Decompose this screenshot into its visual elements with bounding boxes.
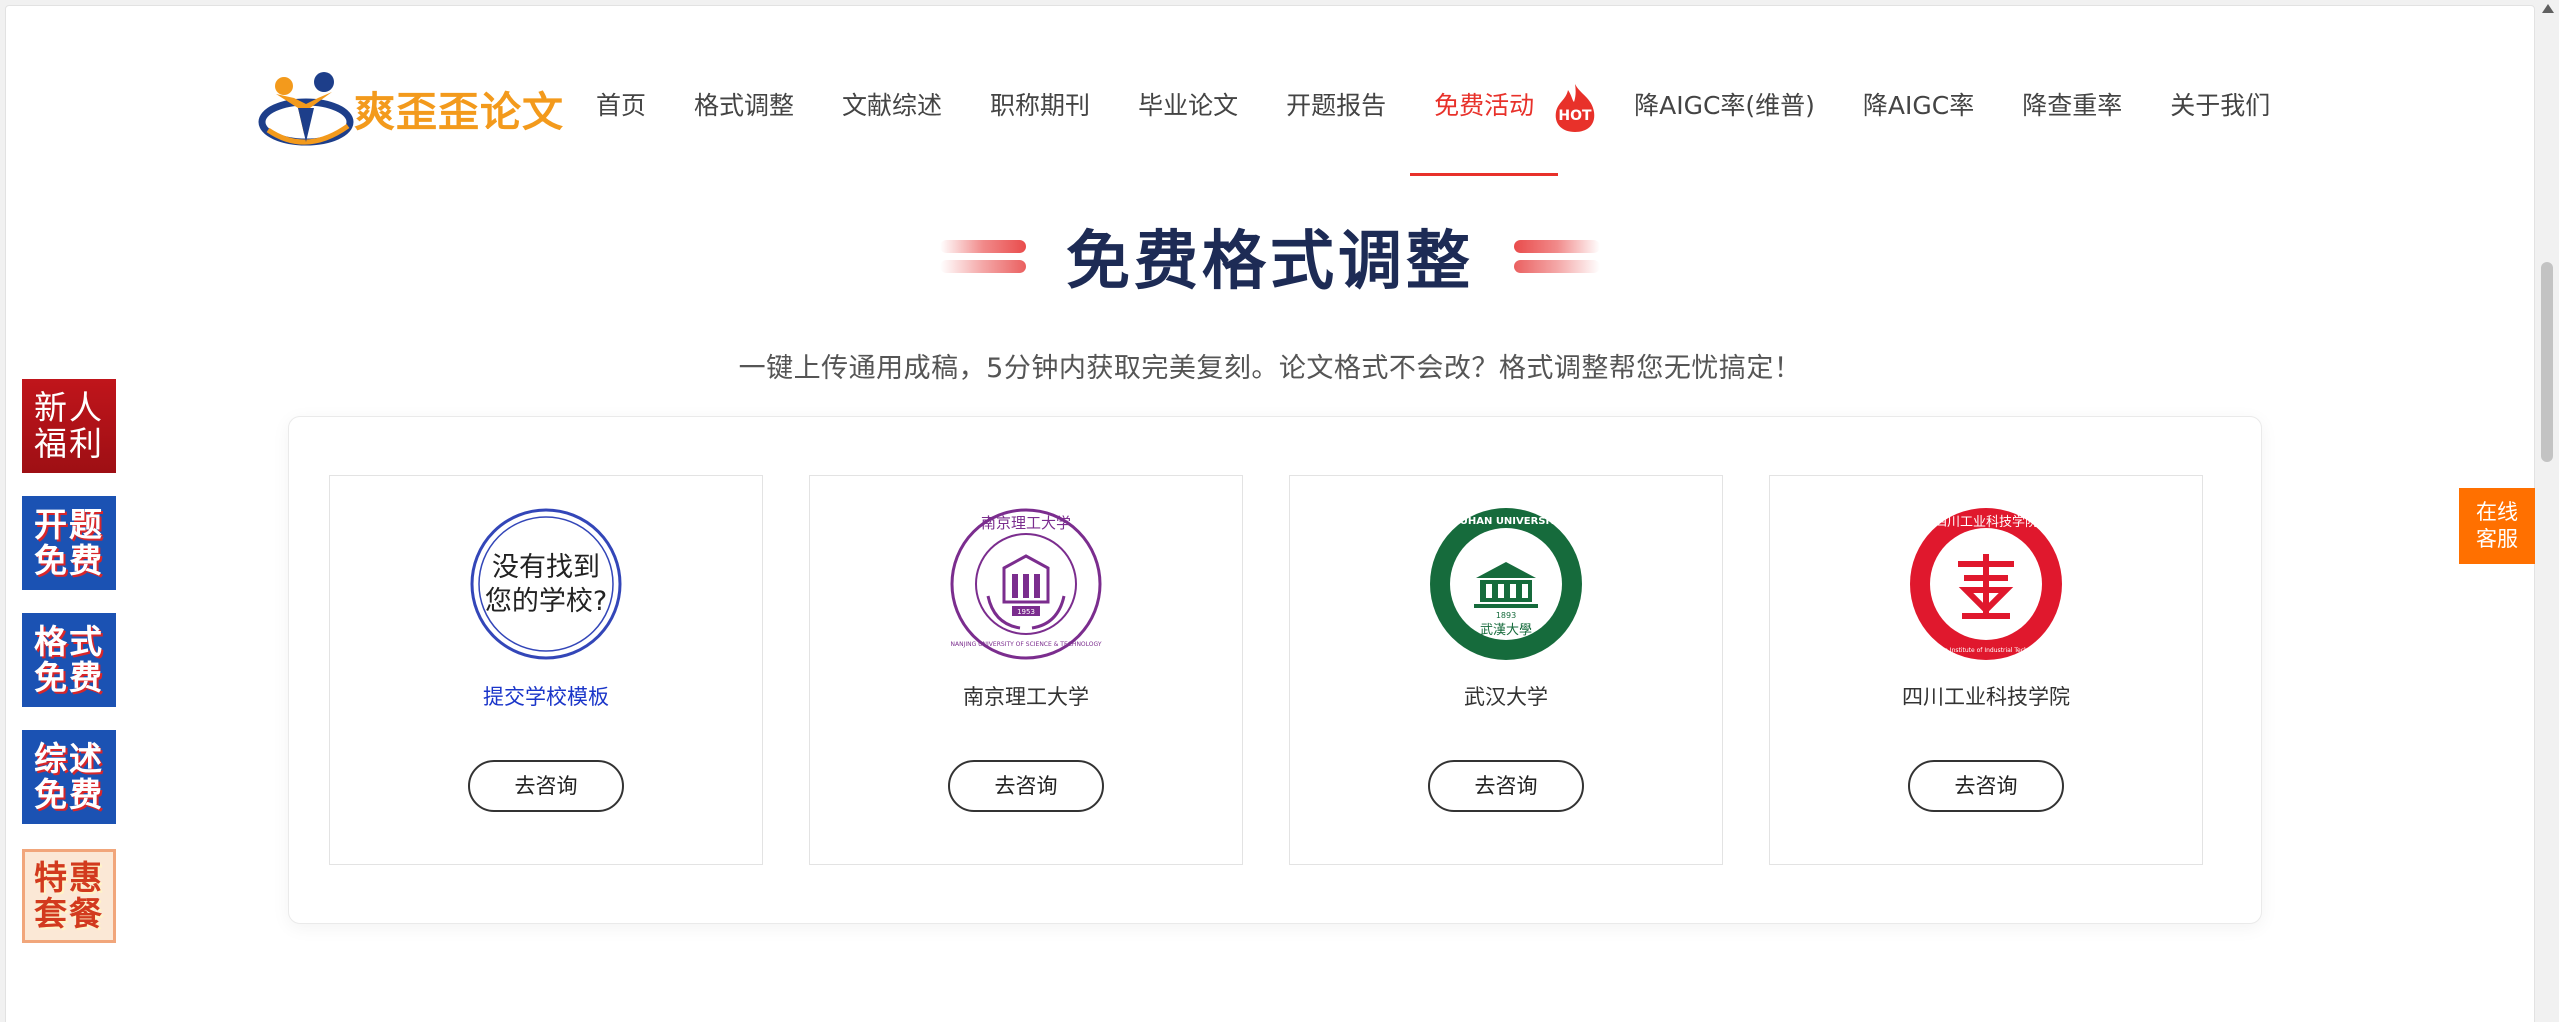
side-badge-free-format[interactable]: 格式 免费 bbox=[22, 613, 116, 707]
service-line2: 客服 bbox=[2476, 527, 2518, 551]
side-badge-special-package[interactable]: 特惠 套餐 bbox=[22, 849, 116, 943]
logo-mark-icon bbox=[258, 72, 354, 146]
side-badge-free-review[interactable]: 综述 免费 bbox=[22, 730, 116, 824]
school-card-whu: 1893 武漢大學 WUHAN UNIVERSITY 武汉大学 去咨询 bbox=[1289, 475, 1723, 865]
section-header: 免费格式调整 bbox=[6, 216, 2534, 299]
side-badge-line2: 免费 bbox=[34, 541, 104, 580]
side-badge-line2: 福利 bbox=[34, 424, 104, 463]
consult-button[interactable]: 去咨询 bbox=[948, 760, 1104, 812]
njust-seal-icon: 1953 南京理工大学 NANJING UNIVERSITY OF SCIENC… bbox=[950, 508, 1102, 660]
main-nav: 首页 格式调整 文献综述 职称期刊 毕业论文 开题报告 免费活动 HOT 降AI… bbox=[596, 66, 2318, 176]
scroll-thumb[interactable] bbox=[2541, 262, 2553, 462]
hot-fire-icon: HOT bbox=[1555, 84, 1595, 132]
side-badge-line2: 免费 bbox=[34, 658, 104, 697]
school-card-siit: 四川工业科技学院 Sichuan Institute of Industrial… bbox=[1769, 475, 2203, 865]
consult-button[interactable]: 去咨询 bbox=[1908, 760, 2064, 812]
vertical-scrollbar[interactable] bbox=[2537, 0, 2559, 1022]
school-name: 南京理工大学 bbox=[963, 685, 1089, 709]
nav-free-activities[interactable]: 免费活动 HOT bbox=[1410, 66, 1595, 176]
logo-text: 爽歪歪论文 bbox=[354, 88, 564, 136]
site-logo[interactable]: 爽歪歪论文 bbox=[258, 64, 568, 152]
title-decoration-right bbox=[1514, 236, 1606, 276]
whu-seal-year: 1893 bbox=[1496, 611, 1516, 620]
consult-button[interactable]: 去咨询 bbox=[468, 760, 624, 812]
side-badge-line1: 特惠 bbox=[34, 858, 104, 897]
section-subtitle: 一键上传通用成稿，5分钟内获取完美复刻。论文格式不会改？格式调整帮您无忧搞定！ bbox=[738, 353, 1802, 384]
seal-line-2: 您的学校? bbox=[485, 586, 607, 617]
nav-literature-review[interactable]: 文献综述 bbox=[842, 66, 942, 176]
nav-reduce-aigc[interactable]: 降AIGC率 bbox=[1863, 66, 1974, 176]
whu-seal-bottom: 武漢大學 bbox=[1480, 623, 1532, 638]
nav-graduation-thesis[interactable]: 毕业论文 bbox=[1138, 66, 1238, 176]
nav-home[interactable]: 首页 bbox=[596, 66, 646, 176]
njust-seal-year: 1953 bbox=[1017, 608, 1035, 616]
nav-reduce-duplication[interactable]: 降查重率 bbox=[2022, 66, 2122, 176]
school-cards-panel: 没有找到 您的学校? 提交学校模板 去咨询 1953 南京理工大学 NANJIN… bbox=[288, 416, 2262, 924]
side-badge-line1: 格式 bbox=[34, 622, 104, 661]
nav-title-journals[interactable]: 职称期刊 bbox=[990, 66, 1090, 176]
side-badge-line1: 新人 bbox=[34, 388, 104, 427]
scroll-up-arrow-icon[interactable] bbox=[2542, 4, 2554, 13]
siit-seal-bottom: Sichuan Institute of Industrial Technolo… bbox=[1924, 647, 2048, 654]
service-line1: 在线 bbox=[2476, 500, 2518, 524]
siit-seal-top: 四川工业科技学院 bbox=[1934, 514, 2038, 530]
whu-seal-top: WUHAN UNIVERSITY bbox=[1449, 516, 1564, 527]
side-badge-newcomer-benefits[interactable]: 新人 福利 bbox=[22, 379, 116, 473]
side-badge-line1: 开题 bbox=[34, 505, 104, 544]
school-not-found-seal-icon: 没有找到 您的学校? bbox=[470, 508, 622, 660]
title-decoration-left bbox=[934, 236, 1026, 276]
siit-seal-icon: 四川工业科技学院 Sichuan Institute of Industrial… bbox=[1910, 508, 2062, 660]
online-service-button[interactable]: 在线 客服 bbox=[2459, 488, 2535, 564]
side-badge-line2: 免费 bbox=[34, 775, 104, 814]
seal-line-1: 没有找到 bbox=[492, 552, 600, 583]
nav-free-activities-label: 免费活动 bbox=[1434, 91, 1535, 120]
hot-badge-text: HOT bbox=[1559, 108, 1593, 124]
side-badge-line1: 综述 bbox=[34, 739, 104, 778]
nav-reduce-aigc-vip[interactable]: 降AIGC率(维普) bbox=[1634, 66, 1815, 176]
njust-seal-bottom: NANJING UNIVERSITY OF SCIENCE & TECHNOLO… bbox=[950, 641, 1101, 648]
consult-button[interactable]: 去咨询 bbox=[1428, 760, 1584, 812]
submit-template-link[interactable]: 提交学校模板 bbox=[483, 682, 609, 712]
side-badge-free-proposal[interactable]: 开题 免费 bbox=[22, 496, 116, 590]
nav-proposal-report[interactable]: 开题报告 bbox=[1286, 66, 1386, 176]
page: 爽歪歪论文 首页 格式调整 文献综述 职称期刊 毕业论文 开题报告 免费活动 H… bbox=[5, 5, 2535, 1022]
school-card-njust: 1953 南京理工大学 NANJING UNIVERSITY OF SCIENC… bbox=[809, 475, 1243, 865]
nav-about-us[interactable]: 关于我们 bbox=[2170, 66, 2270, 176]
school-name: 武汉大学 bbox=[1464, 685, 1548, 709]
school-card-submit-template: 没有找到 您的学校? 提交学校模板 去咨询 bbox=[329, 475, 763, 865]
side-badge-line2: 套餐 bbox=[34, 894, 104, 933]
nav-format-adjust[interactable]: 格式调整 bbox=[694, 66, 794, 176]
whu-seal-icon: 1893 武漢大學 WUHAN UNIVERSITY bbox=[1430, 508, 1582, 660]
school-name: 四川工业科技学院 bbox=[1902, 685, 2070, 709]
njust-seal-top: 南京理工大学 bbox=[981, 514, 1071, 532]
section-title: 免费格式调整 bbox=[1066, 225, 1474, 299]
